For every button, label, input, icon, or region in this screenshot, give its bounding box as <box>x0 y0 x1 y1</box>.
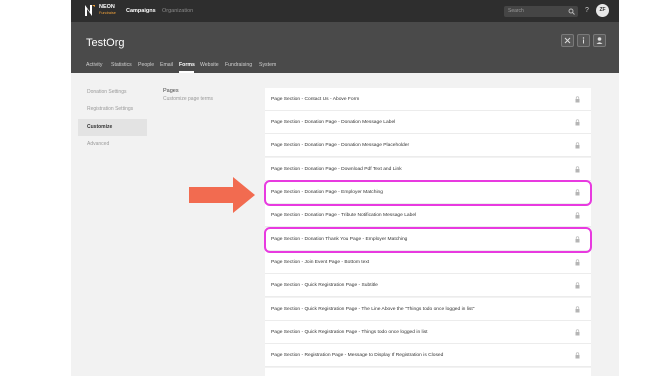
highlight-employer-matching <box>264 180 592 206</box>
list-item[interactable] <box>265 368 591 376</box>
neon-logo-icon[interactable] <box>85 5 95 16</box>
page-title: TestOrg <box>86 37 125 49</box>
org-header: TestOrg Activity Statistics People Email <box>71 22 619 73</box>
info-button[interactable] <box>577 34 590 47</box>
list-item[interactable]: Page Section - Join Event Page - Bottom … <box>265 251 591 274</box>
list-item-label: Page Section - Donation Page - Donation … <box>271 120 396 125</box>
list-item[interactable]: Page Section - Donation Page - Tribute N… <box>265 204 591 227</box>
info-icon <box>582 37 585 44</box>
user-icon <box>596 37 603 44</box>
tools-button[interactable] <box>561 34 574 47</box>
lock-icon <box>575 119 580 126</box>
lock-icon <box>575 352 580 359</box>
sidebar-item-donation-settings[interactable]: Donation Settings <box>78 84 147 101</box>
list-item[interactable]: Page Section - Registration Page - Messa… <box>265 344 591 367</box>
list-item[interactable]: Page Section - Quick Registration Page -… <box>265 321 591 344</box>
tab-forms[interactable]: Forms <box>179 62 195 69</box>
search-icon[interactable] <box>568 8 575 15</box>
lock-icon <box>575 306 580 313</box>
list-item[interactable]: Page Section - Contact Us - Above Form <box>265 88 591 111</box>
sidebar-item-registration-settings[interactable]: Registration Settings <box>78 101 147 118</box>
list-item-label: Page Section - Contact Us - Above Form <box>271 97 360 102</box>
sidebar-item-customize[interactable]: Customize <box>78 119 147 136</box>
list-item[interactable]: Page Section - Donation Page - Donation … <box>265 134 591 157</box>
lock-icon <box>575 142 580 149</box>
search-box[interactable]: Search <box>504 6 578 17</box>
list-item-label: Page Section - Quick Registration Page -… <box>271 307 475 312</box>
tab-fundraising[interactable]: Fundraising <box>225 62 252 69</box>
topnav-campaigns[interactable]: Campaigns <box>126 7 156 15</box>
lock-icon <box>575 259 580 266</box>
logo-subtitle: Fundraise <box>99 11 116 15</box>
active-tab-indicator <box>179 71 194 73</box>
topnav-organization[interactable]: Organization <box>162 7 193 15</box>
search-input[interactable]: Search <box>508 8 524 15</box>
highlight-thank-you-employer-matching <box>264 227 592 253</box>
list-item[interactable]: Page Section - Donation Page - Download … <box>265 158 591 181</box>
tab-bar: Activity Statistics People Email Forms W… <box>71 60 619 73</box>
list-item-label: Page Section - Quick Registration Page -… <box>271 283 378 288</box>
tab-statistics[interactable]: Statistics <box>111 62 132 69</box>
lock-icon <box>575 96 580 103</box>
lock-icon <box>575 212 580 219</box>
arrow-right-icon <box>189 177 255 213</box>
list-item-label: Page Section - Donation Page - Donation … <box>271 143 410 148</box>
list-item-label: Page Section - Join Event Page - Bottom … <box>271 260 370 265</box>
tab-system[interactable]: System <box>259 62 276 69</box>
tab-activity[interactable]: Activity <box>86 62 102 69</box>
tab-people[interactable]: People <box>138 62 154 69</box>
avatar[interactable]: ZF <box>596 4 609 17</box>
tools-icon <box>564 37 571 44</box>
tab-website[interactable]: Website <box>200 62 219 69</box>
list-item[interactable]: Page Section - Quick Registration Page -… <box>265 298 591 321</box>
pages-section-header: Pages Customize page terms <box>163 88 213 103</box>
sidebar-item-advanced[interactable]: Advanced <box>78 136 147 153</box>
lock-icon <box>575 166 580 173</box>
list-item-label: Page Section - Registration Page - Messa… <box>271 353 444 358</box>
section-subtitle: Customize page terms <box>163 96 214 102</box>
list-item[interactable]: Page Section - Donation Page - Donation … <box>265 111 591 134</box>
logo-text: NEON <box>99 4 115 10</box>
top-bar: NEON Fundraise Campaigns Organization Se… <box>71 0 619 22</box>
list-item[interactable]: Page Section - Quick Registration Page -… <box>265 274 591 297</box>
help-icon[interactable]: ? <box>585 6 589 16</box>
list-item-label: Page Section - Donation Page - Tribute N… <box>271 213 417 218</box>
lock-icon <box>575 282 580 289</box>
user-button[interactable] <box>593 34 606 47</box>
section-title: Pages <box>163 88 179 94</box>
list-item-label: Page Section - Donation Page - Download … <box>271 167 402 172</box>
list-item-label: Page Section - Quick Registration Page -… <box>271 330 428 335</box>
lock-icon <box>575 329 580 336</box>
tab-email[interactable]: Email <box>160 62 173 69</box>
